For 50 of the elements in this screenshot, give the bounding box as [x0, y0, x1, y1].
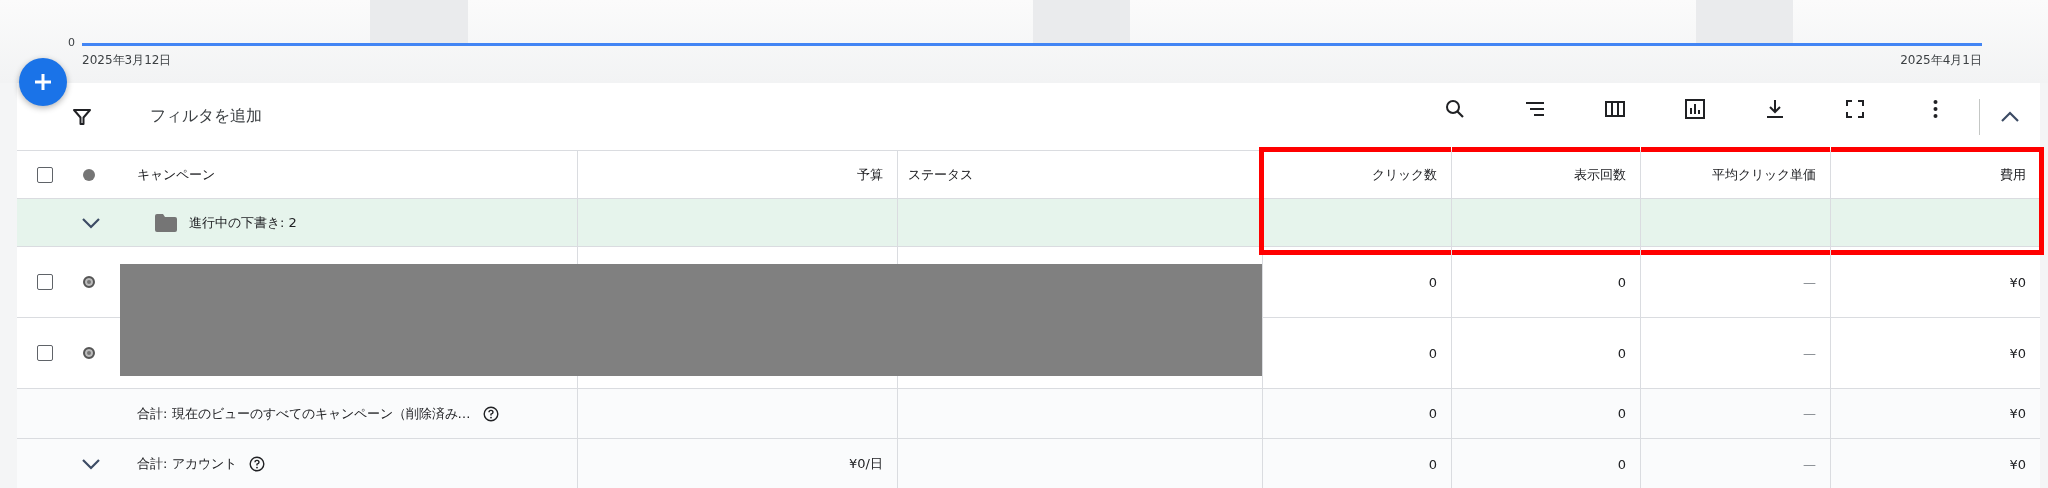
impression-count-cell: 0 — [1617, 274, 1626, 290]
avg-cpc-cell: — — [1803, 345, 1816, 361]
click-count-cell: 0 — [1428, 406, 1437, 421]
checkbox[interactable] — [37, 166, 53, 183]
avg-cpc-cell: — — [1803, 456, 1816, 472]
chevron-icon[interactable] — [81, 216, 101, 229]
avg-cpc-cell: — — [1803, 274, 1816, 290]
help-icon[interactable] — [482, 405, 499, 422]
end-date-label: 2025年4月1日 — [1900, 52, 1982, 69]
column-header[interactable]: クリック数 — [1372, 165, 1437, 184]
impression-count-cell: 0 — [1617, 406, 1626, 421]
folder-icon — [155, 213, 177, 232]
checkbox[interactable] — [37, 345, 53, 361]
fullscreen-icon — [1844, 97, 1866, 120]
column-header[interactable]: ステータス — [908, 165, 973, 184]
column-header[interactable]: 平均クリック単価 — [1712, 165, 1816, 184]
filter-icon[interactable] — [72, 106, 92, 127]
impression-count-cell: 0 — [1617, 456, 1626, 472]
download-icon — [1764, 97, 1786, 120]
total-label: 合計: 現在のビューのすべてのキャンペーン（削除済み… — [137, 404, 471, 423]
plus-icon — [33, 72, 53, 92]
draft-group-label[interactable]: 進行中の下書き: 2 — [189, 213, 297, 232]
start-date-label: 2025年3月12日 — [82, 52, 172, 69]
click-count-cell: 0 — [1428, 456, 1437, 472]
chevron-icon[interactable] — [2000, 110, 2020, 123]
impression-count-cell: 0 — [1617, 345, 1626, 361]
click-count-cell: 0 — [1428, 274, 1437, 290]
total-label: 合計: アカウント — [137, 455, 237, 473]
column-header[interactable]: 費用 — [2000, 165, 2026, 184]
avg-cpc-cell: — — [1803, 406, 1816, 421]
status-dot — [83, 168, 95, 181]
budget-cell: ¥0/日 — [849, 455, 883, 473]
cost-cell: ¥0 — [2009, 406, 2026, 421]
click-count-cell: 0 — [1428, 345, 1437, 361]
cost-cell: ¥0 — [2009, 345, 2026, 361]
checkbox[interactable] — [37, 274, 53, 290]
help-icon[interactable] — [248, 456, 265, 472]
column-header[interactable]: 予算 — [857, 165, 883, 184]
more-vert-icon — [1932, 97, 1938, 120]
bar-chart-icon — [1684, 97, 1706, 120]
chevron-icon[interactable] — [81, 458, 101, 470]
column-header[interactable]: 表示回数 — [1574, 165, 1626, 184]
add-filter-link[interactable]: フィルタを追加 — [150, 106, 262, 127]
column-header[interactable]: キャンペーン — [137, 165, 215, 184]
cost-cell: ¥0 — [2009, 456, 2026, 472]
axis-tick-label: 0 — [68, 36, 75, 49]
status-dot — [83, 276, 95, 288]
status-dot — [83, 347, 95, 359]
search-icon — [1444, 97, 1466, 120]
cost-cell: ¥0 — [2009, 274, 2026, 290]
